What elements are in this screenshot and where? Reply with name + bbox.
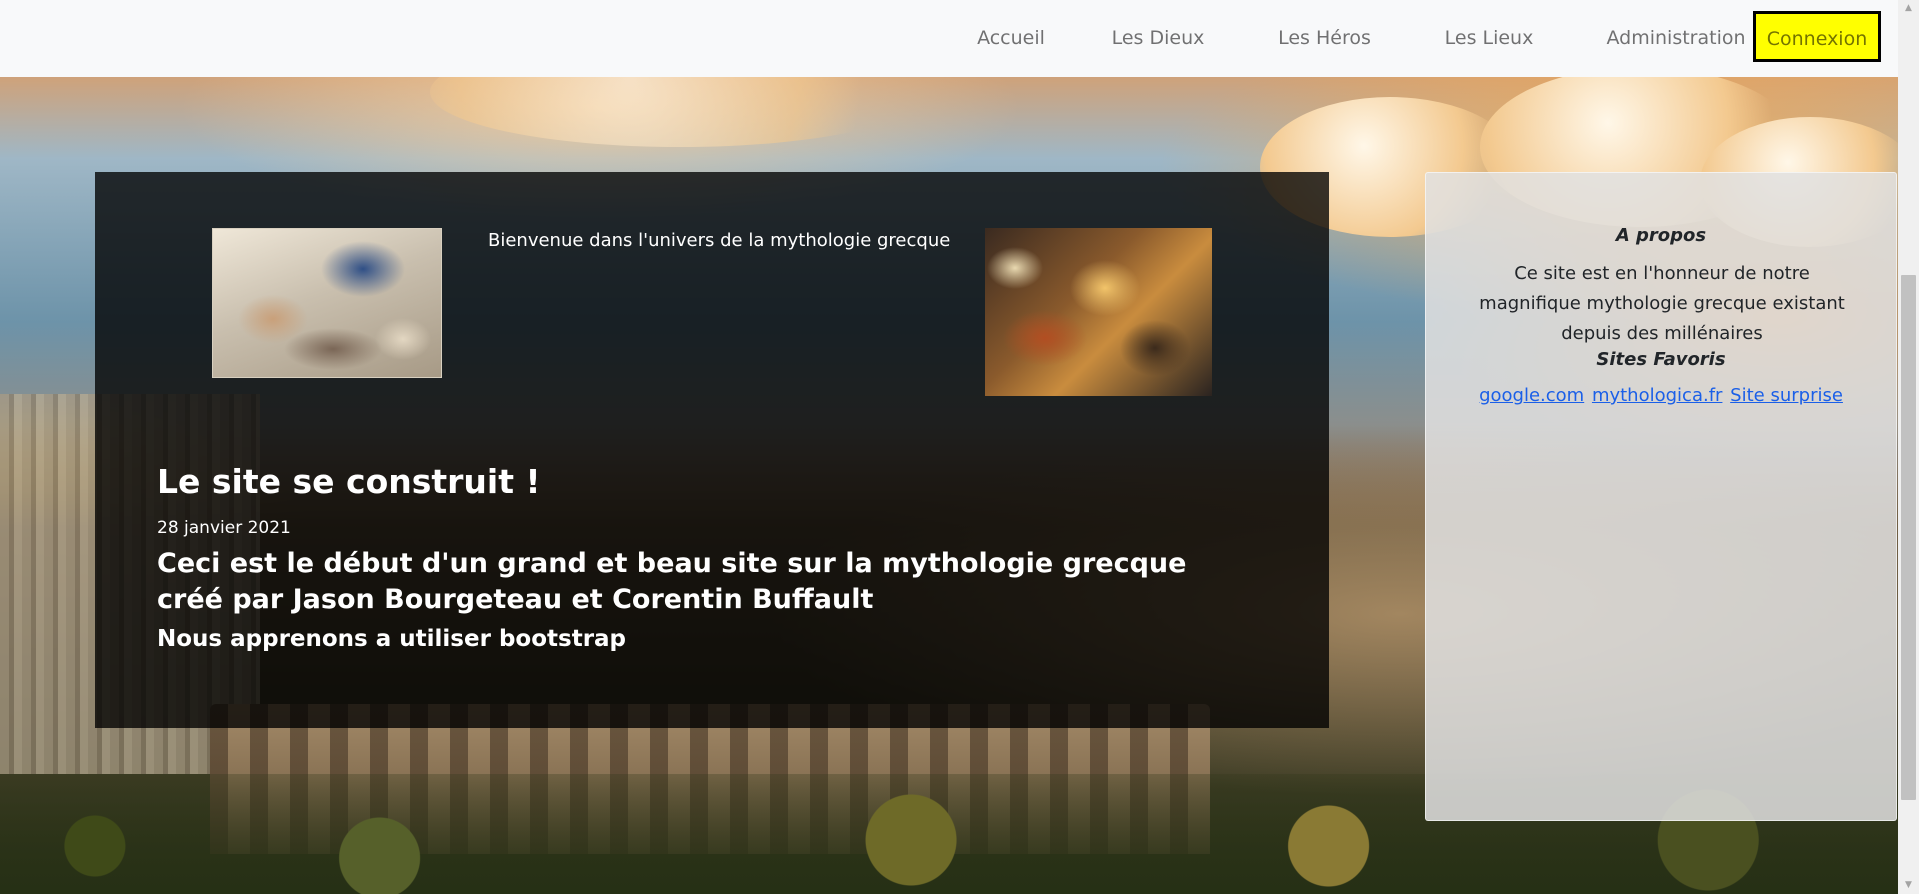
post-body: Ceci est le début d'un grand et beau sit… xyxy=(157,548,1187,615)
vertical-scrollbar[interactable]: ▲ ▼ xyxy=(1898,0,1919,894)
post-date: 28 janvier 2021 xyxy=(157,518,291,538)
link-mythologica[interactable]: mythologica.fr xyxy=(1592,385,1723,406)
scrollbar-thumb[interactable] xyxy=(1901,275,1916,800)
scroll-down-arrow-icon[interactable]: ▼ xyxy=(1898,877,1919,894)
about-text: Ce site est en l'honneur de notre magnif… xyxy=(1479,263,1845,344)
post-title: Le site se construit ! xyxy=(157,462,541,501)
favorites-title: Sites Favoris xyxy=(1596,349,1726,370)
link-google[interactable]: google.com xyxy=(1479,385,1584,406)
about-panel: A propos Ce site est en l'honneur de not… xyxy=(1425,172,1897,821)
favorites-links: google.com mythologica.fr Site surprise xyxy=(1426,385,1896,406)
mythology-painting-right xyxy=(985,228,1212,396)
about-title: A propos xyxy=(1615,225,1707,246)
nav-link-administration[interactable]: Administration xyxy=(1604,0,1748,77)
scroll-up-arrow-icon[interactable]: ▲ xyxy=(1898,0,1919,17)
navbar: Accueil Les Dieux Les Héros Les Lieux Ad… xyxy=(0,0,1898,77)
post-subtitle: Nous apprenons a utiliser bootstrap xyxy=(157,626,627,652)
link-site-surprise[interactable]: Site surprise xyxy=(1730,385,1843,406)
connexion-button[interactable]: Connexion xyxy=(1753,11,1881,62)
nav-link-les-heros[interactable]: Les Héros xyxy=(1269,0,1380,77)
nav-link-les-dieux[interactable]: Les Dieux xyxy=(1103,0,1213,77)
nav-link-les-lieux[interactable]: Les Lieux xyxy=(1436,0,1542,77)
main-panel: Bienvenue dans l'univers de la mythologi… xyxy=(95,172,1329,728)
welcome-text: Bienvenue dans l'univers de la mythologi… xyxy=(488,230,951,251)
nav-link-accueil[interactable]: Accueil xyxy=(958,0,1064,77)
mythology-painting-left xyxy=(212,228,442,378)
